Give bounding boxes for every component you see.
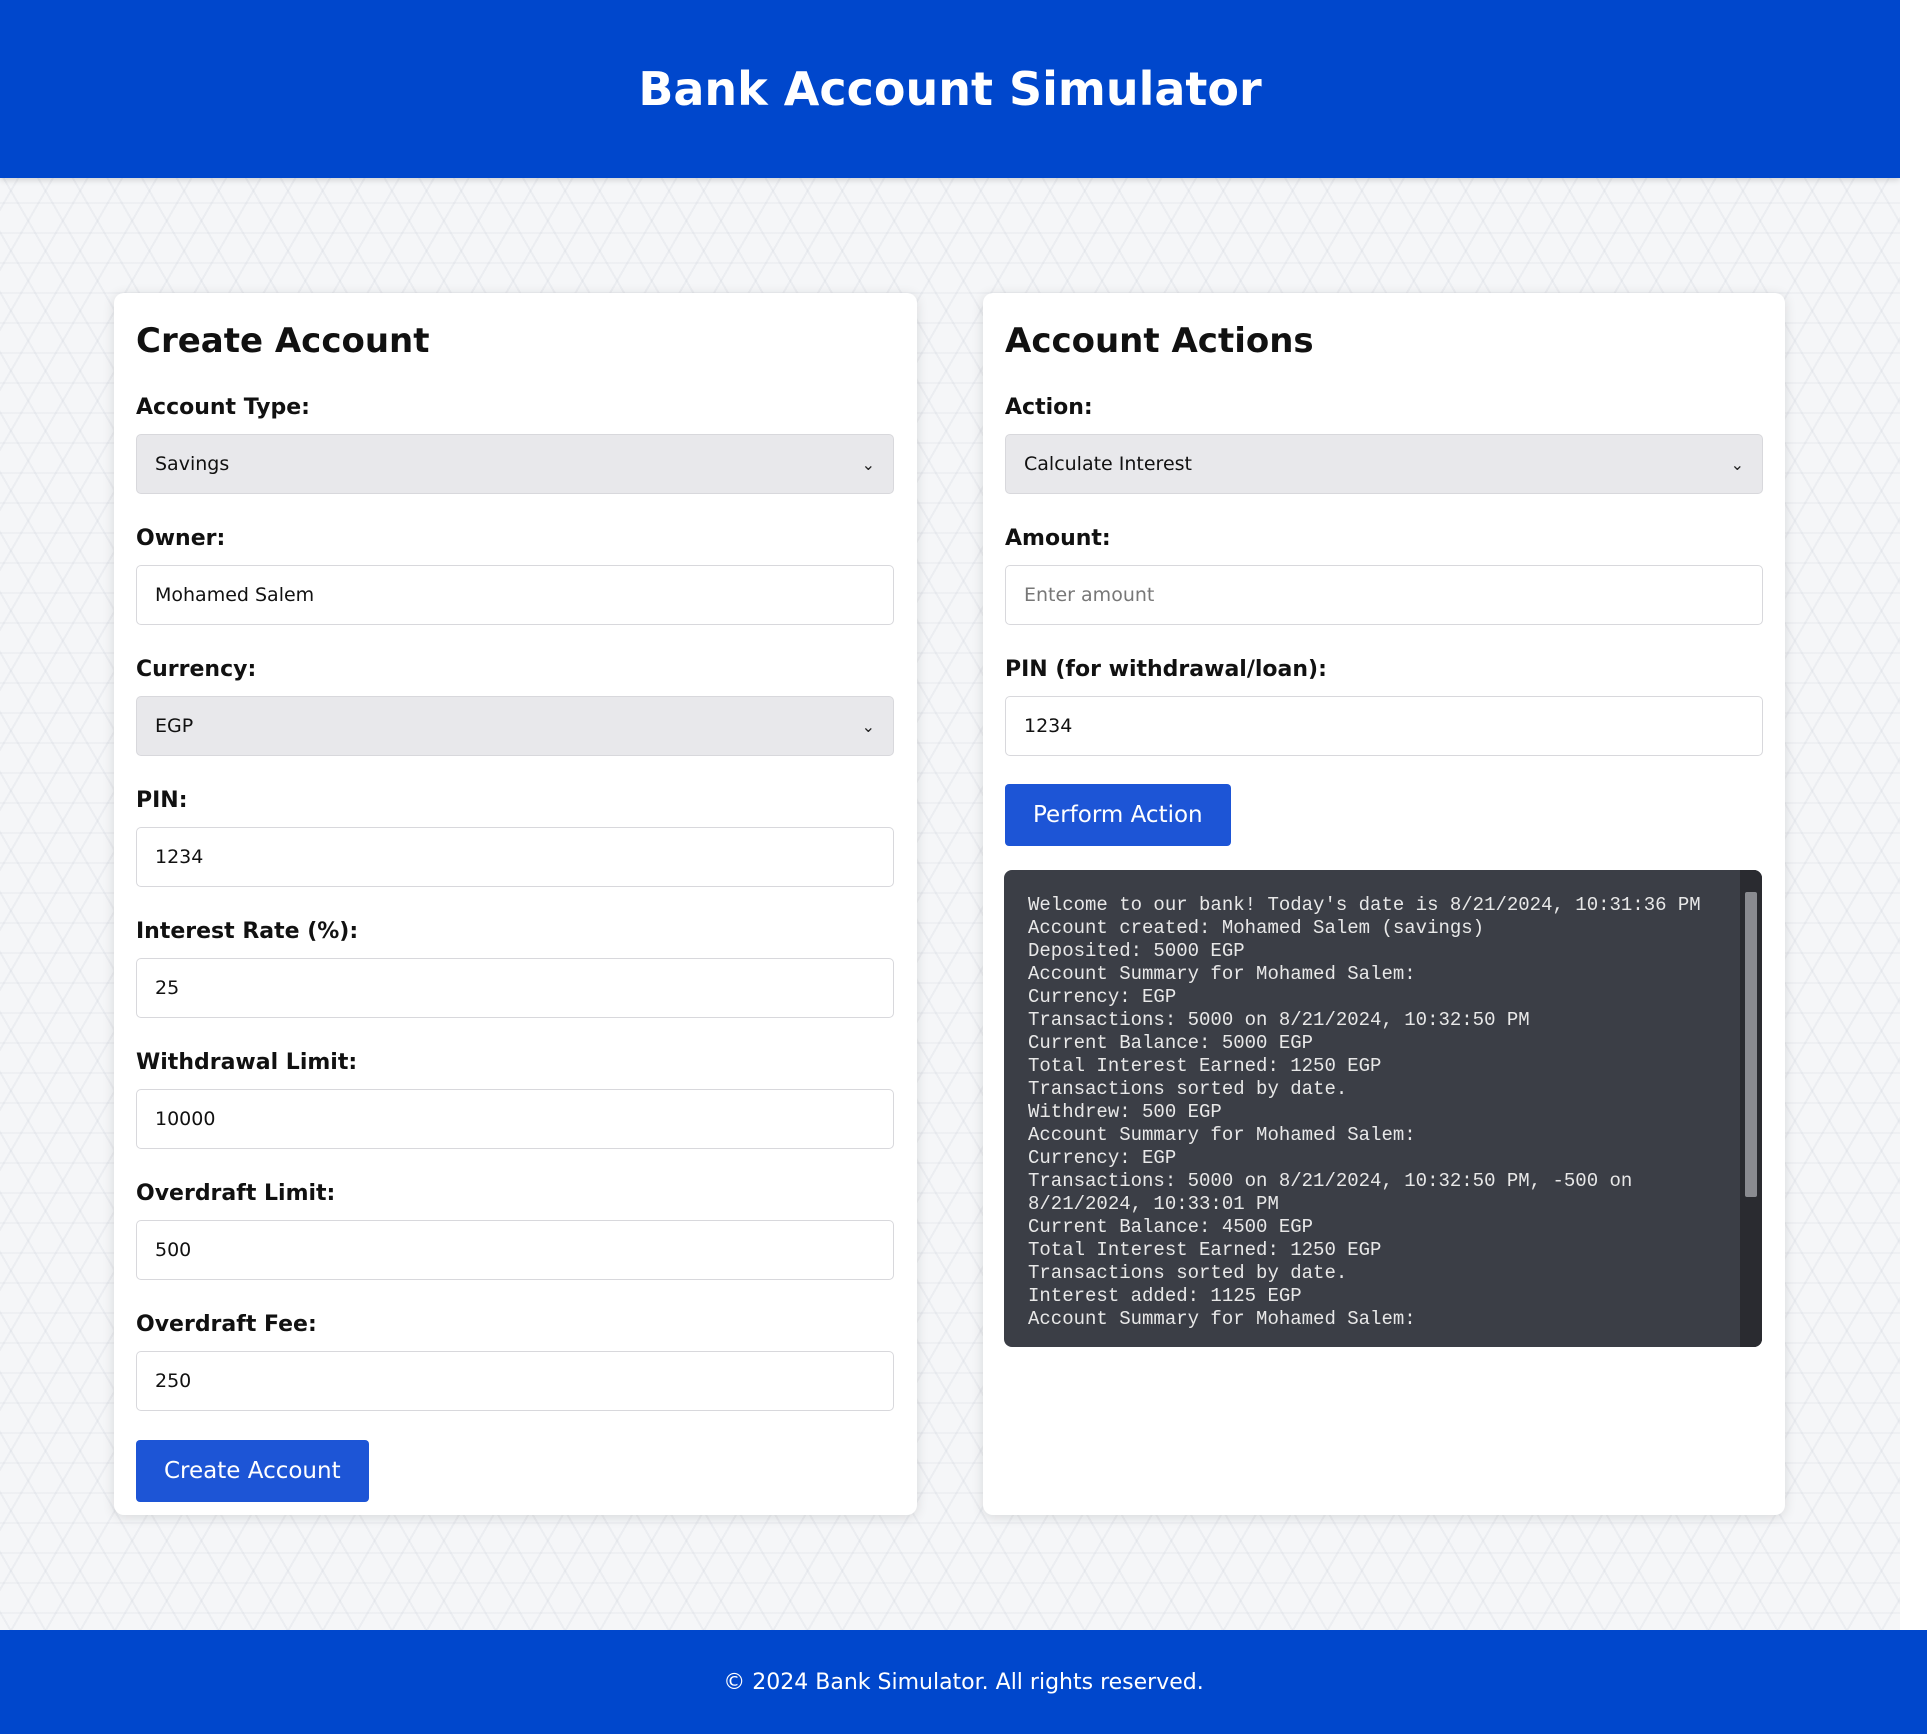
chevron-down-icon: ⌄ <box>1730 454 1744 474</box>
overdraft-fee-label: Overdraft Fee: <box>136 1312 317 1337</box>
amount-field: Amount: <box>1005 526 1763 625</box>
footer-text: © 2024 Bank Simulator. All rights reserv… <box>723 1669 1204 1695</box>
overdraft-limit-input-box <box>136 1220 894 1280</box>
currency-label: Currency: <box>136 657 257 682</box>
overdraft-fee-input[interactable] <box>155 1370 875 1392</box>
chevron-down-icon: ⌄ <box>861 716 875 736</box>
console-scrollbar[interactable] <box>1740 870 1762 1347</box>
create-account-button[interactable]: Create Account <box>136 1440 369 1502</box>
console-scrollbar-thumb[interactable] <box>1745 892 1757 1197</box>
action-field: Action: Calculate Interest ⌄ <box>1005 395 1763 494</box>
action-pin-input[interactable] <box>1024 715 1744 737</box>
output-console[interactable]: Welcome to our bank! Today's date is 8/2… <box>1004 870 1762 1347</box>
page-title: Bank Account Simulator <box>638 62 1262 116</box>
pin-label: PIN: <box>136 788 188 813</box>
overdraft-fee-field: Overdraft Fee: <box>136 1312 895 1411</box>
withdrawal-limit-input-box <box>136 1089 894 1149</box>
account-type-field: Account Type: Savings ⌄ <box>136 395 895 494</box>
pin-input[interactable] <box>155 846 875 868</box>
console-log: Welcome to our bank! Today's date is 8/2… <box>1028 894 1701 1330</box>
pin-input-box <box>136 827 894 887</box>
amount-input[interactable] <box>1024 584 1744 606</box>
interest-rate-input[interactable] <box>155 977 875 999</box>
pin-field: PIN: <box>136 788 895 887</box>
interest-rate-input-box <box>136 958 894 1018</box>
owner-input[interactable] <box>155 584 875 606</box>
owner-label: Owner: <box>136 526 226 551</box>
action-value: Calculate Interest <box>1024 453 1192 475</box>
account-type-select[interactable]: Savings ⌄ <box>136 434 894 494</box>
perform-action-button[interactable]: Perform Action <box>1005 784 1231 846</box>
interest-rate-field: Interest Rate (%): <box>136 919 895 1018</box>
account-actions-card: Account Actions Action: Calculate Intere… <box>983 293 1785 1515</box>
action-select[interactable]: Calculate Interest ⌄ <box>1005 434 1763 494</box>
amount-input-box <box>1005 565 1763 625</box>
owner-field: Owner: <box>136 526 895 625</box>
currency-value: EGP <box>155 715 194 737</box>
withdrawal-limit-label: Withdrawal Limit: <box>136 1050 358 1075</box>
page-footer: © 2024 Bank Simulator. All rights reserv… <box>0 1630 1927 1734</box>
withdrawal-limit-input[interactable] <box>155 1108 875 1130</box>
overdraft-limit-label: Overdraft Limit: <box>136 1181 336 1206</box>
owner-input-box <box>136 565 894 625</box>
page-edge <box>1900 0 1927 1630</box>
account-type-value: Savings <box>155 453 230 475</box>
account-actions-title: Account Actions <box>1005 321 1314 361</box>
overdraft-limit-input[interactable] <box>155 1239 875 1261</box>
action-pin-input-box <box>1005 696 1763 756</box>
amount-label: Amount: <box>1005 526 1111 551</box>
overdraft-fee-input-box <box>136 1351 894 1411</box>
overdraft-limit-field: Overdraft Limit: <box>136 1181 895 1280</box>
account-type-label: Account Type: <box>136 395 310 420</box>
withdrawal-limit-field: Withdrawal Limit: <box>136 1050 895 1149</box>
action-pin-field: PIN (for withdrawal/loan): <box>1005 657 1763 756</box>
action-pin-label: PIN (for withdrawal/loan): <box>1005 657 1327 682</box>
page-header: Bank Account Simulator <box>0 0 1900 178</box>
create-account-title: Create Account <box>136 321 430 361</box>
currency-field: Currency: EGP ⌄ <box>136 657 895 756</box>
create-account-card: Create Account Account Type: Savings ⌄ O… <box>114 293 917 1515</box>
interest-rate-label: Interest Rate (%): <box>136 919 359 944</box>
action-label: Action: <box>1005 395 1093 420</box>
currency-select[interactable]: EGP ⌄ <box>136 696 894 756</box>
chevron-down-icon: ⌄ <box>861 454 875 474</box>
